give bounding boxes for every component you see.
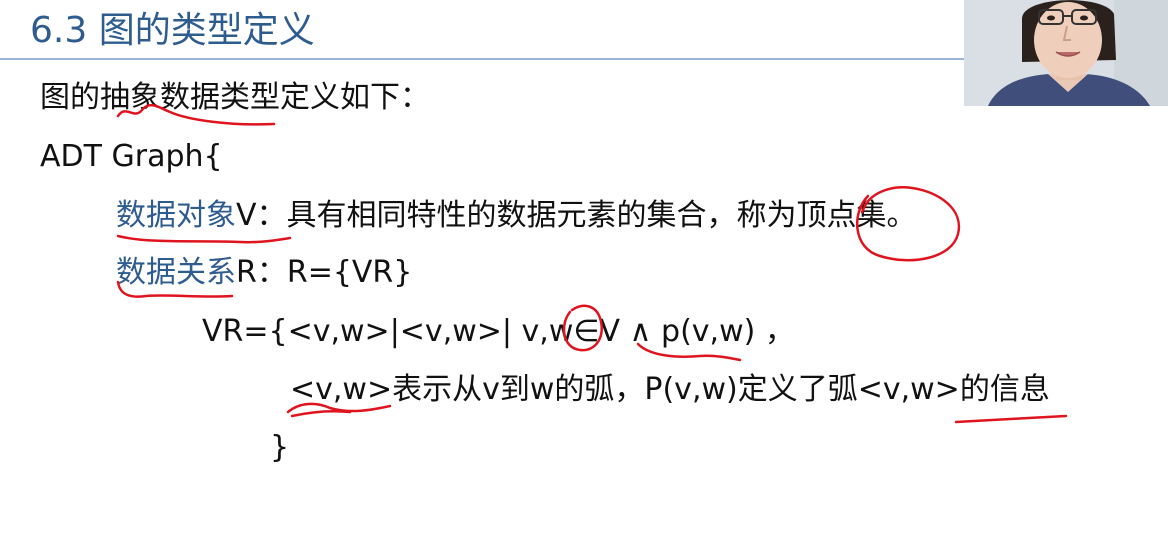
data-relation-line: 数据关系R：R={VR} [116, 253, 412, 293]
vr-definition-line: VR={<v,w>|<v,w>| v,w∈V ∧ p(v,w) ， [202, 314, 795, 349]
data-object-term: 数据对象 [116, 198, 236, 233]
data-object-line: 数据对象V：具有相同特性的数据元素的集合，称为顶点集。 [116, 196, 917, 236]
intro-line: 图的抽象数据类型定义如下： [40, 80, 430, 115]
webcam-overlay [964, 0, 1168, 106]
adt-open-line: ADT Graph{ [40, 139, 223, 174]
data-relation-term: 数据关系 [116, 255, 236, 290]
title-divider [0, 58, 964, 60]
underline-data-object [116, 234, 292, 244]
presenter-video-image [964, 0, 1168, 106]
slide-title: 6.3 图的类型定义 [30, 10, 315, 51]
underline-information [954, 414, 1068, 424]
data-object-text: V：具有相同特性的数据元素的集合，称为顶点集。 [236, 198, 917, 233]
closing-brace: } [270, 430, 290, 465]
vr-explanation-line: <v,w>表示从v到w的弧，P(v,w)定义了弧<v,w>的信息 [290, 372, 1050, 407]
data-relation-text: R：R={VR} [236, 255, 413, 290]
